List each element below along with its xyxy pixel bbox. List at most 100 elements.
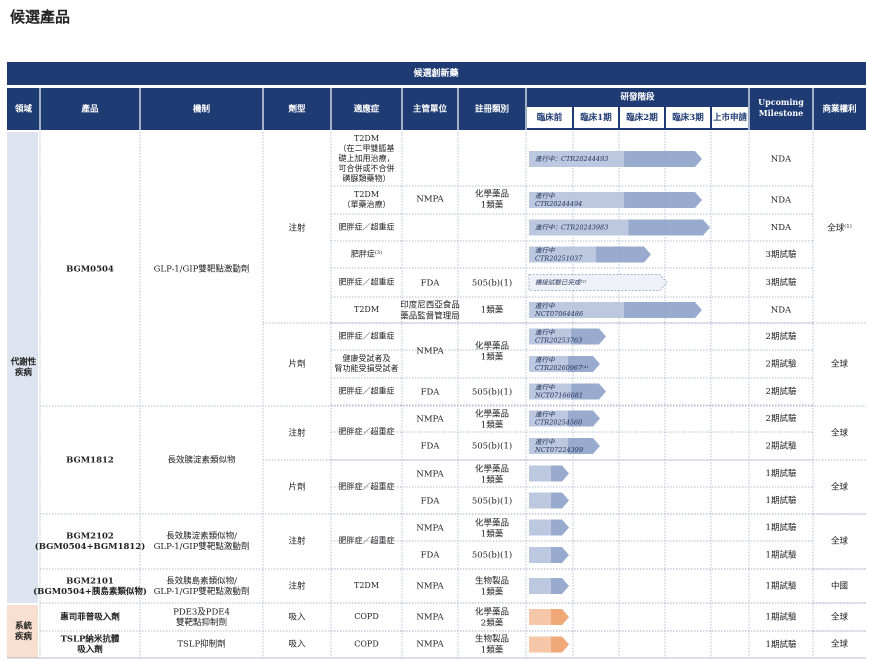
regulatory-authority: NMPA — [416, 582, 444, 592]
bar-trial-id: CTR20251037 — [535, 255, 583, 263]
registration-class: 505(b)(1) — [472, 496, 512, 507]
header-authority: 主管單位 — [413, 104, 448, 115]
indication: 肥胖症／超重症 — [339, 277, 395, 287]
indication: 礎上加用治療， — [339, 153, 395, 163]
indication: T2DM — [354, 581, 379, 590]
indication: 肥胖症／超重症 — [339, 481, 395, 491]
milestone: 1期試驗 — [766, 522, 797, 533]
domain-systemic: 疾病 — [15, 631, 33, 642]
indication: T2DM — [354, 190, 379, 199]
bar-trial-id: NCT07064486 — [534, 310, 583, 318]
product-mechanism: 長效胰淀素類似物 — [167, 455, 236, 466]
registration-class: 1類藥 — [481, 420, 504, 431]
registration-class: 505(b)(1) — [472, 387, 512, 398]
bar-status-label: 進行中 — [535, 247, 555, 255]
registration-class: 1類藥 — [481, 645, 504, 656]
milestone: 2期試驗 — [766, 331, 797, 342]
product-mechanism: 雙靶點抑制劑 — [176, 617, 227, 628]
commercial-rights: 全球 — [831, 482, 849, 493]
registration-class: 化學藥品 — [475, 518, 509, 529]
registration-class: 505(b)(1) — [472, 550, 512, 561]
bar-trial-id: CTR20254560 — [535, 419, 582, 427]
regulatory-authority: FDA — [421, 497, 441, 507]
bar-status-label: 進行中 — [535, 384, 555, 392]
dosage-form: 注射 — [288, 428, 306, 439]
bar-status-label: 進行中 — [535, 356, 555, 364]
indication: 肥胖症／超重症 — [339, 386, 395, 396]
regulatory-authority: NMPA — [416, 613, 444, 623]
regulatory-authority: FDA — [421, 388, 441, 398]
bar-status-label: 進行中 — [535, 411, 555, 419]
phase-header-5: 上市申請 — [713, 112, 748, 123]
phase-header-2: 臨床1期 — [580, 112, 612, 123]
regulatory-authority: NMPA — [416, 640, 444, 650]
indication: 肥胖症／超重症 — [339, 222, 395, 232]
header-mechanism: 機制 — [193, 104, 211, 115]
progress-bar-highlight — [529, 492, 551, 509]
dosage-form: 注射 — [288, 536, 306, 547]
bar-status-label: 進行中：CTR20243983 — [535, 224, 608, 232]
dosage-form: 片劑 — [288, 359, 305, 370]
indication: T2DM — [354, 134, 379, 143]
product-name: BGM2101 — [66, 576, 114, 586]
product-mechanism: GLP-1/GIP雙靶點激動劑 — [154, 586, 250, 597]
indication: T2DM — [354, 305, 379, 314]
bar-trial-id: CTR20244494 — [535, 200, 582, 208]
milestone: 2期試驗 — [766, 413, 797, 424]
registration-class: 2類藥 — [481, 618, 504, 629]
registration-class: 化學藥品 — [475, 189, 509, 200]
milestone: 1期試驗 — [766, 581, 797, 592]
commercial-rights: 中國 — [831, 581, 848, 592]
domain-metabolic: 疾病 — [15, 367, 33, 378]
regulatory-authority: 藥品監督管理局 — [400, 311, 460, 322]
registration-class: 505(b)(1) — [472, 278, 512, 289]
product-mechanism: GLP-1/GIP雙靶點激動劑 — [154, 264, 250, 275]
registration-class: 生物製品 — [475, 576, 509, 587]
indication: 肥胖症／超重症 — [339, 426, 395, 436]
regulatory-authority: FDA — [421, 442, 441, 452]
regulatory-authority: NMPA — [416, 195, 444, 205]
domain-metabolic: 代謝性 — [10, 356, 37, 367]
regulatory-authority: NMPA — [416, 470, 444, 480]
registration-class: 化學藥品 — [475, 341, 509, 352]
regulatory-authority: NMPA — [416, 415, 444, 425]
header-product: 產品 — [80, 104, 99, 115]
milestone: 1期試驗 — [766, 612, 797, 623]
milestone: NDA — [771, 223, 792, 233]
header-indication: 適應症 — [354, 104, 380, 115]
bar-status-label: 進行中 — [535, 302, 555, 310]
registration-class: 1類藥 — [481, 587, 504, 598]
milestone: 1期試驗 — [766, 495, 797, 506]
commercial-rights: 全球 — [831, 359, 849, 370]
commercial-rights: 全球⁽¹⁾ — [827, 223, 852, 234]
product-name: (BGM0504+BGM1812) — [35, 541, 146, 552]
milestone: 1期試驗 — [766, 639, 797, 650]
bar-status-label: 進行中 — [535, 192, 555, 200]
bar-status-label: 進行中：CTR20244493 — [535, 155, 608, 163]
indication: 肥胖症／超重症 — [339, 331, 395, 341]
bar-status-label: 進行中 — [535, 438, 555, 446]
header-milestone-line2: Milestone — [759, 108, 803, 118]
milestone: 1期試驗 — [766, 468, 797, 479]
dosage-form: 吸入 — [288, 613, 306, 623]
milestone: NDA — [771, 196, 792, 206]
regulatory-authority: FDA — [421, 551, 441, 561]
product-name: TSLP納米抗體 — [61, 633, 120, 644]
indication: 可合併或不合併 — [339, 163, 395, 173]
indication: COPD — [354, 640, 378, 649]
registration-class: 化學藥品 — [475, 464, 509, 475]
indication: COPD — [354, 612, 378, 621]
commercial-rights: 全球 — [831, 639, 849, 650]
product-name: (BGM0504+胰島素類似物) — [33, 586, 147, 597]
product-mechanism: 長效胰島素類似物/ — [166, 575, 237, 586]
dosage-form: 片劑 — [288, 482, 305, 493]
phase-header-3: 臨床2期 — [626, 112, 658, 123]
registration-class: 505(b)(1) — [472, 441, 512, 452]
header-milestone: Upcoming — [758, 97, 804, 107]
progress-bar-highlight — [529, 465, 551, 482]
indication: 肥胖症／超重症 — [339, 535, 395, 545]
milestone: 2期試驗 — [766, 359, 797, 370]
progress-bar-highlight — [529, 609, 551, 625]
phase-header-4: 臨床3期 — [672, 112, 704, 123]
regulatory-authority: NMPA — [416, 524, 444, 534]
